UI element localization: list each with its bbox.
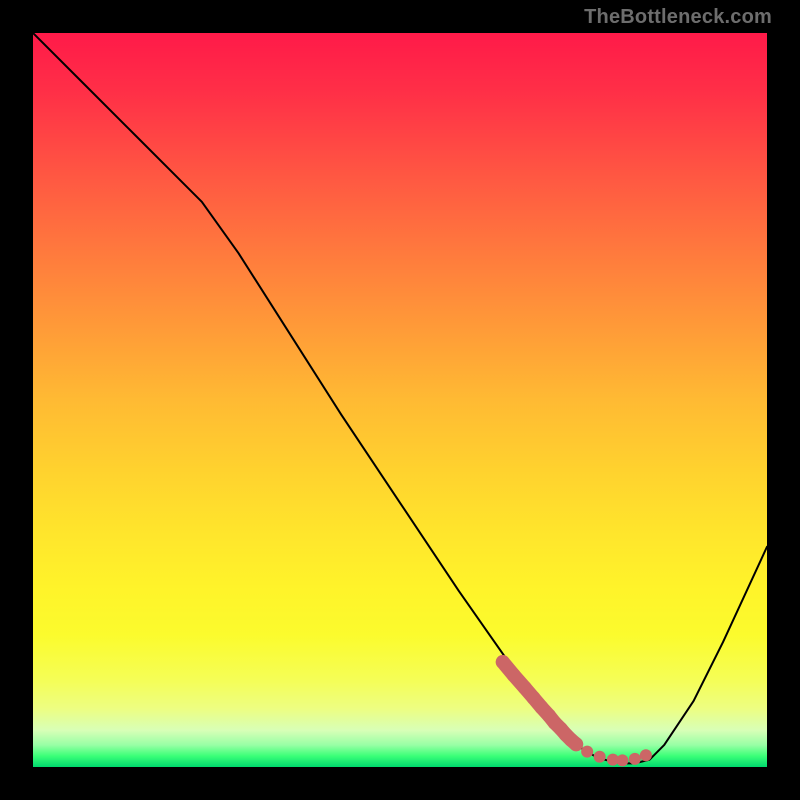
highlight-dot	[594, 751, 606, 763]
highlight-stroke	[503, 662, 576, 744]
highlight-dot	[616, 754, 628, 766]
highlight-dot	[640, 749, 652, 761]
curve-line	[33, 33, 767, 763]
highlight-dot	[629, 753, 641, 765]
chart-plot-area	[33, 33, 767, 767]
highlight-dot	[581, 746, 593, 758]
chart-stage: TheBottleneck.com	[0, 0, 800, 800]
watermark-text: TheBottleneck.com	[584, 6, 772, 29]
chart-svg	[33, 33, 767, 767]
